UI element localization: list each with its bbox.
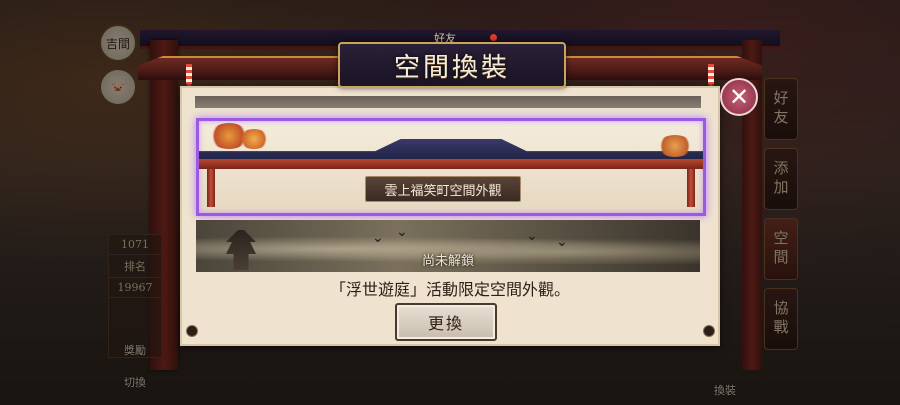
maple-leaves-icon: [657, 135, 693, 157]
change-button-label: 更換: [427, 314, 464, 333]
roof-illustration: [199, 139, 703, 161]
pillar-illustration: [207, 169, 215, 207]
bird-icon: ⌄: [396, 224, 408, 240]
title-plaque: 空間換裝: [338, 42, 566, 88]
bird-icon: ⌄: [526, 228, 538, 244]
skin-name-label: 雲上福笑町空間外觀: [365, 176, 521, 202]
close-button[interactable]: ✕: [720, 78, 758, 116]
panel-top-strip: [195, 96, 701, 108]
skin-option-selected[interactable]: 雲上福笑町空間外觀: [196, 118, 706, 216]
skin-option-locked[interactable]: ⌄ ⌄ ⌄ ⌄ 尚未解鎖: [196, 220, 700, 272]
change-button[interactable]: 更換: [395, 303, 497, 341]
close-icon: ✕: [728, 83, 750, 111]
tassel-left: [186, 64, 192, 84]
notification-dot: [490, 34, 497, 41]
tassel-right: [708, 64, 714, 84]
maple-leaves-icon: [239, 129, 269, 149]
frame-knob: [186, 325, 198, 337]
locked-label: 尚未解鎖: [421, 254, 474, 269]
bird-icon: ⌄: [372, 230, 384, 246]
pillar-illustration: [687, 169, 695, 207]
page-title: 空間換裝: [393, 52, 510, 83]
beam-illustration: [199, 159, 703, 169]
bird-icon: ⌄: [556, 234, 568, 250]
frame-knob: [703, 325, 715, 337]
skin-description: 「浮世遊庭」活動限定空間外觀。: [329, 280, 570, 299]
